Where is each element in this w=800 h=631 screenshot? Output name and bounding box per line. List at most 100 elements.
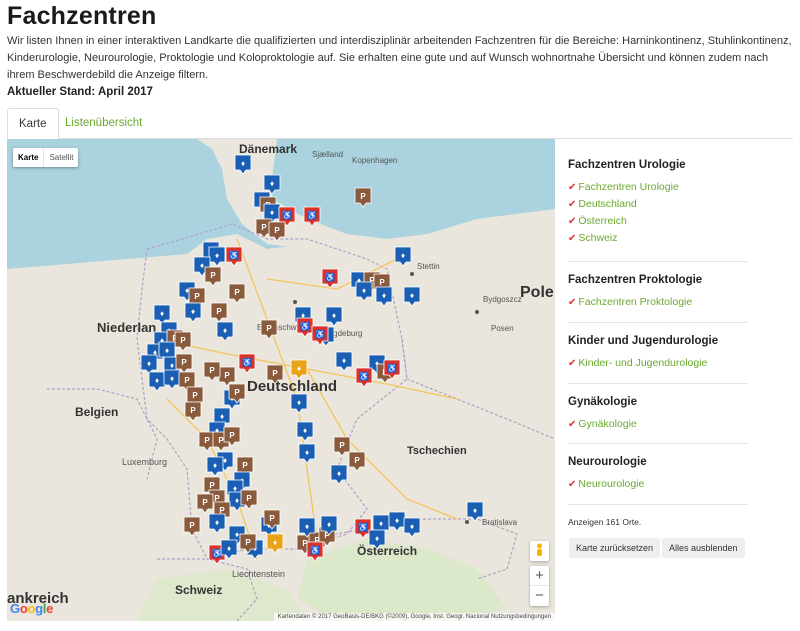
svg-text:♿: ♿	[300, 321, 310, 331]
map-type-karte-button[interactable]: Karte	[13, 148, 45, 167]
location-count: Anzeigen 161 Orte.	[568, 517, 642, 527]
filter-item[interactable]: ✔ Schweiz	[568, 230, 748, 247]
svg-text:♿: ♿	[325, 272, 335, 282]
filter-item[interactable]: ✔ Kinder- und Jugendurologie	[568, 355, 748, 372]
filter-item[interactable]: ✔ Österreich	[568, 213, 748, 230]
checkmark-icon: ✔	[568, 182, 577, 193]
svg-text:♦: ♦	[215, 251, 219, 260]
tab-karte[interactable]: Karte	[7, 108, 59, 139]
svg-text:♦: ♦	[297, 398, 301, 407]
svg-text:♦: ♦	[410, 291, 414, 300]
checkmark-icon: ✔	[568, 419, 577, 430]
svg-text:♦: ♦	[379, 519, 383, 528]
svg-text:♿: ♿	[242, 357, 252, 367]
svg-text:P: P	[190, 406, 196, 415]
filter-item[interactable]: ✔ Fachzentren Proktologie	[568, 294, 748, 311]
svg-text:♿: ♿	[387, 363, 397, 373]
svg-text:P: P	[184, 376, 190, 385]
svg-text:♦: ♦	[170, 374, 174, 383]
filter-group-proktologie: Fachzentren Proktologie ✔ Fachzentren Pro…	[568, 262, 748, 323]
svg-text:P: P	[379, 278, 385, 287]
land-main	[7, 234, 555, 621]
svg-text:♦: ♦	[220, 412, 224, 421]
map-label-niederlande: Niederlan	[97, 320, 156, 335]
svg-text:♦: ♦	[303, 426, 307, 435]
page-title: Fachzentren	[7, 2, 157, 30]
svg-text:♦: ♦	[147, 359, 151, 368]
svg-text:♦: ♦	[227, 544, 231, 553]
svg-text:♿: ♿	[212, 548, 222, 558]
svg-text:P: P	[189, 521, 195, 530]
svg-text:♦: ♦	[215, 518, 219, 527]
google-logo: Google	[10, 601, 54, 616]
checkmark-icon: ✔	[568, 199, 577, 210]
filter-item[interactable]: ✔ Fachzentren Urologie	[568, 179, 748, 196]
svg-text:♦: ♦	[270, 179, 274, 188]
filter-group-title: Kinder und Jugendurologie	[568, 335, 719, 347]
reset-map-button[interactable]: Karte zurücksetzen	[569, 538, 661, 558]
map-label-kopenhagen: Kopenhagen	[352, 156, 397, 165]
checkmark-icon: ✔	[568, 358, 577, 369]
filter-group-kinderurologie: Kinder und Jugendurologie ✔ Kinder- und J…	[568, 323, 748, 384]
svg-text:P: P	[339, 441, 345, 450]
map-type-satellit-button[interactable]: Satellit	[44, 148, 78, 167]
svg-text:♦: ♦	[235, 530, 239, 539]
svg-text:P: P	[266, 324, 272, 333]
svg-text:P: P	[229, 431, 235, 440]
svg-text:♦: ♦	[382, 291, 386, 300]
svg-text:♦: ♦	[375, 534, 379, 543]
svg-text:♿: ♿	[358, 522, 368, 532]
svg-text:♿: ♿	[229, 250, 239, 260]
filter-item[interactable]: ✔ Deutschland	[568, 196, 748, 213]
map-label-schweiz: Schweiz	[175, 583, 222, 597]
svg-text:♦: ♦	[305, 448, 309, 457]
tab-bar: Karte Listenübersicht	[7, 108, 793, 139]
city-dot	[410, 272, 414, 276]
intro-text: Wir listen Ihnen in einer interaktiven L…	[7, 35, 792, 81]
svg-text:♿: ♿	[282, 210, 292, 220]
map[interactable]: Dänemark Sjælland Kopenhagen Stettin Byd…	[7, 139, 555, 621]
svg-text:P: P	[202, 498, 208, 507]
svg-text:P: P	[245, 538, 251, 547]
city-dot	[293, 300, 297, 304]
checkmark-icon: ✔	[568, 233, 577, 244]
filter-group-title: Gynäkologie	[568, 396, 638, 408]
map-attribution[interactable]: Kartendaten © 2017 GeoBasis-DE/BKG (©200…	[273, 613, 555, 621]
svg-text:♦: ♦	[160, 309, 164, 318]
filter-item[interactable]: ✔ Gynäkologie	[568, 416, 748, 433]
tab-listenuebersicht[interactable]: Listenübersicht	[54, 108, 153, 139]
hide-all-button[interactable]: Alles ausblenden	[662, 538, 745, 558]
map-label-luxemburg: Luxemburg	[122, 457, 167, 467]
svg-text:P: P	[261, 223, 267, 232]
svg-text:P: P	[246, 494, 252, 503]
city-dot	[465, 520, 469, 524]
zoom-out-button[interactable]: −	[530, 586, 549, 606]
map-label-belgien: Belgien	[75, 405, 118, 419]
pegman-icon[interactable]	[530, 541, 549, 561]
svg-text:P: P	[354, 456, 360, 465]
svg-text:♿: ♿	[310, 545, 320, 555]
svg-text:♦: ♦	[223, 456, 227, 465]
svg-text:♦: ♦	[165, 346, 169, 355]
map-label-stettin: Stettin	[417, 262, 440, 271]
filter-sidebar: Fachzentren Urologie ✔ Fachzentren Urolog…	[568, 159, 748, 505]
filter-item[interactable]: ✔ Neurourologie	[568, 476, 748, 493]
svg-text:P: P	[224, 371, 230, 380]
svg-text:♦: ♦	[235, 496, 239, 505]
filter-group-title: Fachzentren Proktologie	[568, 274, 703, 286]
svg-text:P: P	[180, 336, 186, 345]
map-label-posen: Posen	[491, 324, 514, 333]
map-label-daenemark: Dänemark	[239, 142, 297, 156]
svg-text:♦: ♦	[337, 469, 341, 478]
svg-text:♦: ♦	[241, 159, 245, 168]
map-label-oesterreich: Österreich	[357, 543, 417, 558]
svg-text:♦: ♦	[362, 286, 366, 295]
svg-text:♦: ♦	[223, 326, 227, 335]
svg-text:♦: ♦	[473, 506, 477, 515]
zoom-in-button[interactable]: +	[530, 566, 549, 586]
svg-text:♦: ♦	[200, 261, 204, 270]
filter-group-neurourologie: Neurourologie ✔ Neurourologie	[568, 444, 748, 505]
checkmark-icon: ✔	[568, 297, 577, 308]
svg-text:♦: ♦	[305, 522, 309, 531]
svg-text:P: P	[204, 436, 210, 445]
